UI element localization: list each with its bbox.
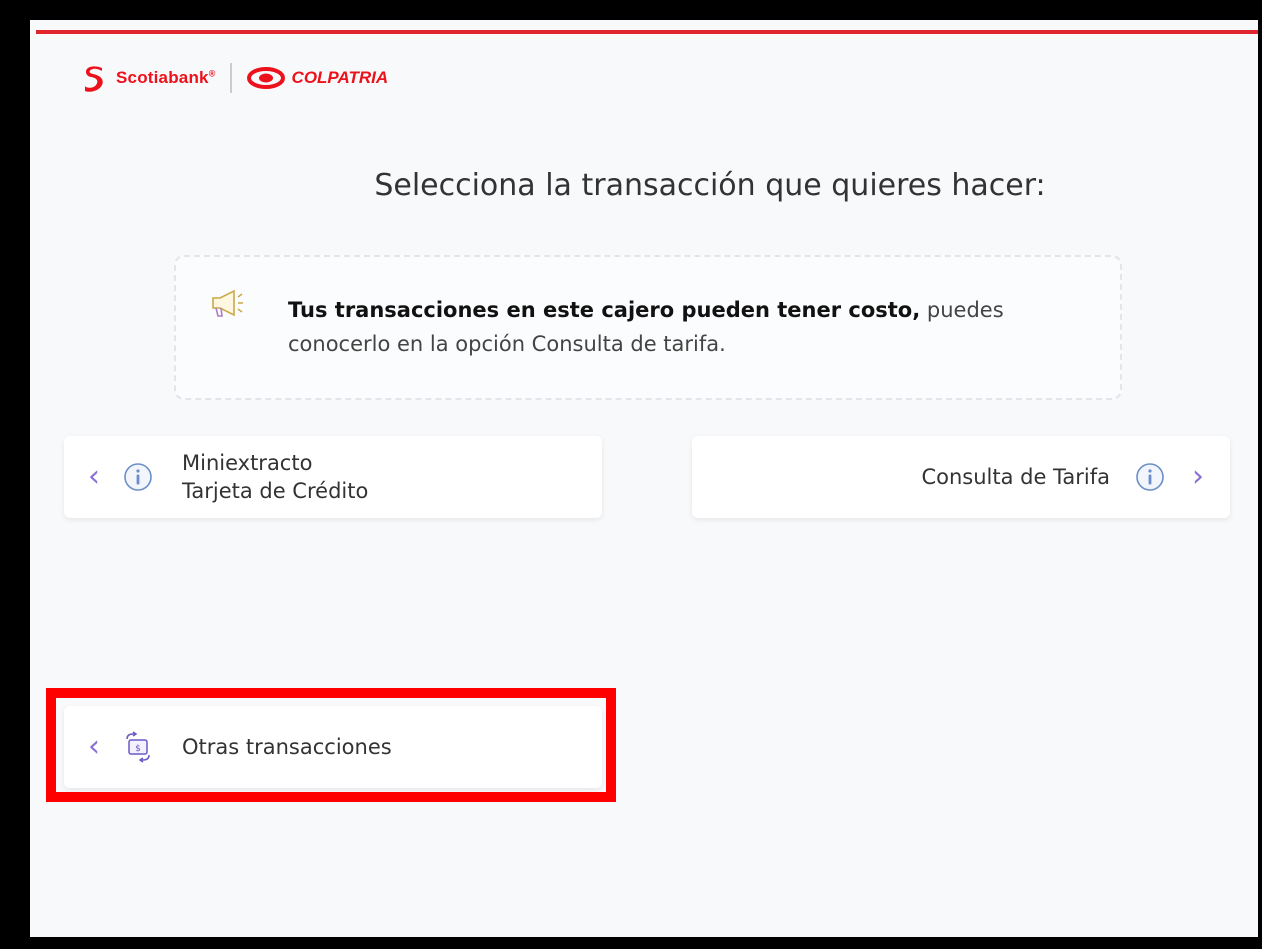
top-red-rule xyxy=(36,30,1258,34)
chevron-left-icon: ‹ xyxy=(88,459,100,494)
megaphone-icon xyxy=(212,289,243,317)
svg-text:$: $ xyxy=(135,744,141,754)
logo-divider xyxy=(229,63,232,93)
option-otras-transacciones-label: Otras transacciones xyxy=(182,735,392,759)
notice-bold-text: Tus transacciones en este cajero pueden … xyxy=(288,298,921,322)
brand-secondary: COLPATRIA xyxy=(291,68,389,87)
money-exchange-icon: $ xyxy=(126,731,150,763)
option-otras-transacciones[interactable]: ‹ $ Otras transacciones xyxy=(64,706,602,788)
chevron-left-icon: ‹ xyxy=(88,729,100,764)
atm-screen: Scotiabank® COLPATRIA Selecciona la tran… xyxy=(30,20,1258,937)
scotiabank-s-icon xyxy=(85,66,103,92)
page-title: Selecciona la transacción que quieres ha… xyxy=(374,168,1046,203)
info-icon xyxy=(1136,463,1164,491)
option-miniextracto[interactable]: ‹ Miniextracto Tarjeta de Crédito xyxy=(64,436,602,518)
chevron-right-icon: › xyxy=(1192,459,1204,494)
notice-text: Tus transacciones en este cajero pueden … xyxy=(288,293,1098,361)
colpatria-swirl-icon xyxy=(246,67,285,89)
option-consulta-tarifa[interactable]: Consulta de Tarifa › xyxy=(692,436,1230,518)
option-miniextracto-label: Miniextracto Tarjeta de Crédito xyxy=(182,451,369,503)
info-icon xyxy=(124,463,152,491)
option-consulta-tarifa-label: Consulta de Tarifa xyxy=(921,465,1110,489)
brand-primary: Scotiabank® xyxy=(116,68,216,87)
bank-logo: Scotiabank® COLPATRIA xyxy=(82,62,388,94)
cost-notice: Tus transacciones en este cajero pueden … xyxy=(174,255,1122,400)
